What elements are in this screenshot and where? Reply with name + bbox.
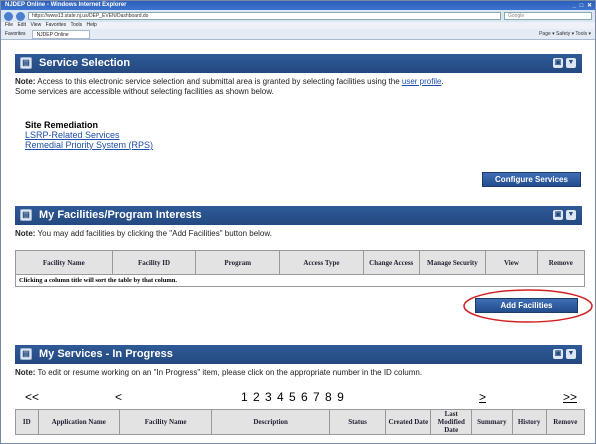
service-note: Note: Access to this electronic service … [15,77,444,96]
col-facility-id[interactable]: Facility ID [111,250,197,275]
user-profile-link[interactable]: user profile [402,77,442,86]
col-last-modified[interactable]: Last Modified Date [430,409,473,435]
col-remove[interactable]: Remove [536,250,586,275]
window-controls[interactable]: _ □ ✕ [573,2,593,11]
col-program[interactable]: Program [195,250,281,275]
site-remediation-group: Site Remediation LSRP-Related Services R… [25,120,153,150]
note-label: Note: [15,368,36,377]
note-text: To edit or resume working on an "In Prog… [37,368,423,377]
facilities-header: ▤ My Facilities/Program Interests ▣ ▼ [15,206,582,225]
services-header: ▤ My Services - In Progress ▣ ▼ [15,345,582,364]
note-label: Note: [15,77,36,86]
pager-last[interactable]: >> [563,390,577,404]
expand-icon[interactable]: ▣ [553,210,563,220]
note-text: You may add facilities by clicking the "… [37,229,272,238]
pager-first[interactable]: << [25,390,39,404]
facilities-table: Facility Name Facility ID Program Access… [15,250,586,287]
forward-icon[interactable] [16,11,25,21]
col-id[interactable]: ID [15,409,39,435]
back-icon[interactable] [4,11,13,21]
col-application-name[interactable]: Application Name [37,409,120,435]
window-title: NJDEP Online - Windows Internet Explorer [5,2,127,8]
menu-bar[interactable]: File Edit View Favorites Tools Help [1,22,595,29]
col-access-type[interactable]: Access Type [279,250,364,275]
pager-prev[interactable]: < [115,390,122,404]
col-facility-name[interactable]: Facility Name [15,250,113,275]
col-view[interactable]: View [485,250,538,275]
lsrp-link[interactable]: LSRP-Related Services [25,130,153,140]
address-bar: https://www13.state.nj.us/DEP_EVEN/Dashb… [1,10,595,22]
search-input[interactable]: Google [504,12,592,20]
section-title: My Services - In Progress [39,348,173,360]
pager: << < 1 2 3 4 5 6 7 8 9 > >> [15,390,585,404]
note-text-2: Some services are accessible without sel… [15,87,274,96]
section-icon: ▤ [20,209,32,221]
section-icon: ▤ [20,348,32,360]
section-controls: ▣ ▼ [553,58,576,68]
sort-hint: Clicking a column title will sort the ta… [15,274,585,287]
highlight-circle [463,289,593,323]
table-row: Clicking a column title will sort the ta… [15,274,585,287]
table-header-row: Facility Name Facility ID Program Access… [15,250,586,275]
browser-window: NJDEP Online - Windows Internet Explorer… [0,0,596,444]
col-manage-security[interactable]: Manage Security [418,250,487,275]
service-selection-header: ▤ Service Selection ▣ ▼ [15,54,582,73]
pager-pages[interactable]: 1 2 3 4 5 6 7 8 9 [241,390,345,404]
favorites-button[interactable]: Favorites [5,31,26,37]
pager-next[interactable]: > [479,390,486,404]
section-title: Service Selection [39,57,131,69]
tab-njdep[interactable]: NJDEP Online [31,29,90,39]
tools-menu[interactable]: Page ▾ Safety ▾ Tools ▾ [539,31,591,37]
window-titlebar: NJDEP Online - Windows Internet Explorer… [1,1,595,10]
services-note: Note: To edit or resume working on an "I… [15,368,585,378]
facilities-note: Note: You may add facilities by clicking… [15,229,585,239]
note-text: Access to this electronic service select… [37,77,400,86]
rps-link[interactable]: Remedial Priority System (RPS) [25,140,153,150]
page-content: ▤ Service Selection ▣ ▼ Note: Access to … [1,40,595,443]
note-label: Note: [15,229,36,238]
col-status[interactable]: Status [328,409,387,435]
expand-icon[interactable]: ▣ [553,349,563,359]
col-change-access[interactable]: Change Access [362,250,420,275]
col-facility-name[interactable]: Facility Name [118,409,213,435]
url-input[interactable]: https://www13.state.nj.us/DEP_EVEN/Dashb… [28,12,501,20]
expand-icon[interactable]: ▣ [553,58,563,68]
col-summary[interactable]: Summary [471,409,513,435]
section-icon: ▤ [20,57,32,69]
collapse-icon[interactable]: ▼ [566,210,576,220]
section-controls: ▣ ▼ [553,210,576,220]
table-header-row: ID Application Name Facility Name Descri… [15,409,586,435]
group-title: Site Remediation [25,120,99,130]
configure-services-button[interactable]: Configure Services [482,172,581,187]
favorites-bar: Favorites NJDEP Online Page ▾ Safety ▾ T… [1,29,595,40]
collapse-icon[interactable]: ▼ [566,349,576,359]
services-table: ID Application Name Facility Name Descri… [15,409,586,435]
col-description[interactable]: Description [211,409,330,435]
collapse-icon[interactable]: ▼ [566,58,576,68]
col-remove[interactable]: Remove [545,409,586,435]
section-controls: ▣ ▼ [553,349,576,359]
col-created-date[interactable]: Created Date [385,409,432,435]
col-history[interactable]: History [511,409,547,435]
section-title: My Facilities/Program Interests [39,209,202,221]
